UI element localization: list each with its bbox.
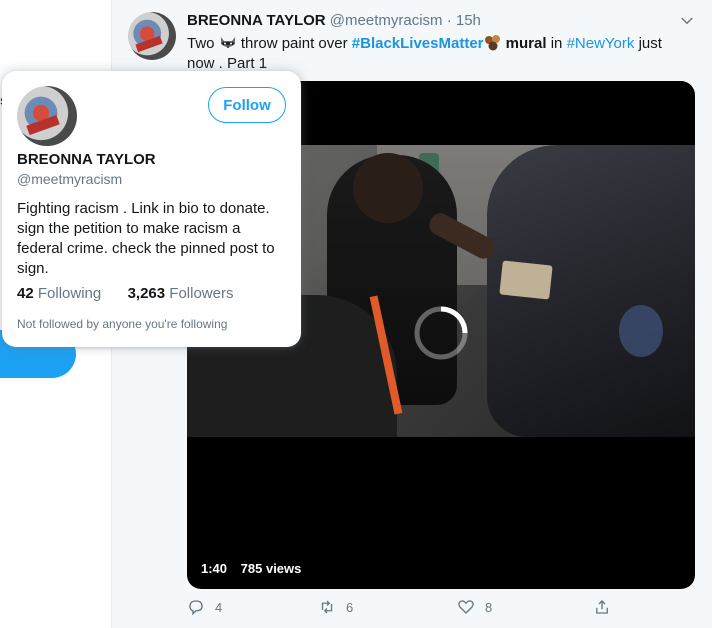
tweet-timestamp[interactable]: 15h: [456, 12, 481, 29]
tweet-actions: 4 6 8: [187, 598, 687, 620]
video-meta: 1:40 785 views: [201, 561, 311, 576]
following-count: 42: [17, 285, 34, 302]
author-avatar[interactable]: [128, 12, 176, 60]
separator-dot: ·: [446, 12, 452, 29]
followers-count: 3,263: [127, 285, 166, 302]
following-label: Following: [37, 285, 102, 302]
retweet-button[interactable]: 6: [318, 598, 353, 616]
tweet-text-part: mural: [505, 35, 547, 52]
like-count: 8: [485, 599, 493, 615]
followers-label: Followers: [169, 285, 234, 302]
like-button[interactable]: 8: [457, 598, 492, 616]
share-icon: [596, 600, 608, 614]
hovercard-bio: Fighting racism . Link in bio to donate.…: [17, 200, 275, 277]
video-views: 785 views: [240, 561, 302, 576]
hovercard-name[interactable]: BREONNA TAYLOR: [17, 151, 156, 168]
followers-link[interactable]: 3,263 Followers: [128, 285, 234, 302]
hovercard-handle[interactable]: @meetmyracism: [17, 171, 122, 187]
reply-count: 4: [215, 599, 223, 615]
follow-button[interactable]: Follow: [208, 87, 286, 123]
tweet-text-part: Two: [187, 35, 215, 52]
retweet-count: 6: [346, 599, 354, 615]
hovercard-avatar[interactable]: [17, 86, 77, 146]
video-duration: 1:40: [201, 561, 228, 576]
reply-button[interactable]: 4: [187, 598, 222, 616]
author-name[interactable]: BREONNA TAYLOR: [187, 12, 326, 29]
author-handle[interactable]: @meetmyracism: [330, 12, 443, 29]
profile-hovercard: Follow BREONNA TAYLOR @meetmyracism Figh…: [2, 71, 301, 347]
tweet-text: Two throw paint over #BlackLivesMatter m…: [187, 34, 687, 74]
chevron-down-icon[interactable]: [678, 12, 696, 30]
follow-context-note: Not followed by anyone you're following: [17, 317, 228, 331]
following-link[interactable]: 42 Following: [17, 285, 101, 302]
tweet-text-part: throw paint over: [240, 35, 348, 52]
raccoon-emoji-icon: [220, 37, 235, 48]
hovercard-stats: 42 Following 3,263 Followers: [17, 285, 233, 302]
hashtag-blacklivesmatter[interactable]: #BlackLivesMatter: [352, 35, 484, 52]
tweet-header: BREONNA TAYLOR @meetmyracism · 15h: [187, 12, 481, 29]
reply-icon: [189, 600, 203, 616]
loading-spinner-icon: [414, 306, 468, 360]
share-button[interactable]: [593, 598, 621, 616]
heart-icon: [458, 600, 474, 614]
raised-fists-emoji-icon: [484, 35, 500, 51]
tweet-text-part: in: [550, 35, 563, 52]
retweet-icon: [321, 600, 333, 614]
hashtag-newyork[interactable]: #NewYork: [567, 35, 635, 52]
